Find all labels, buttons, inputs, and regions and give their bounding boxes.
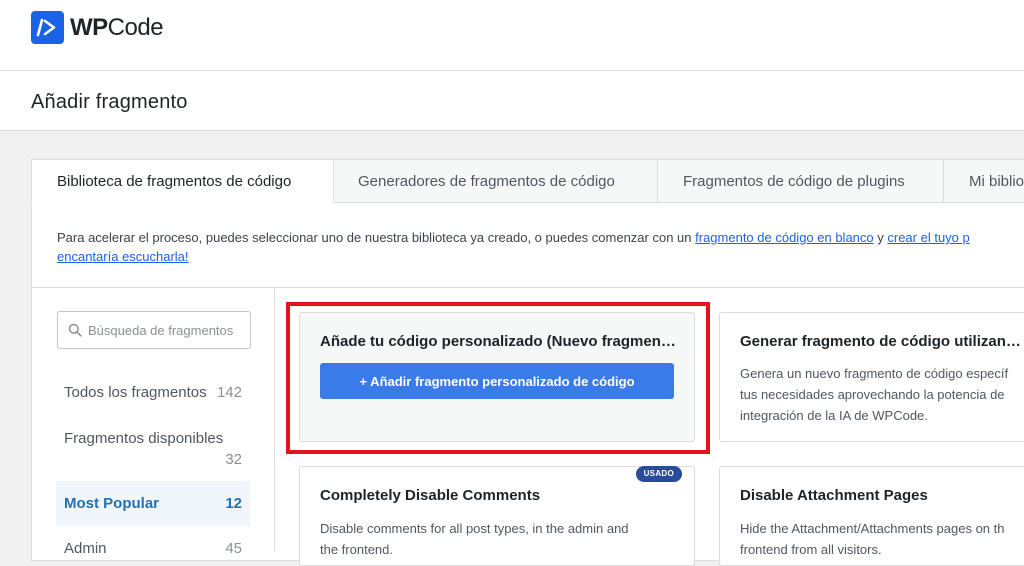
intro-text: Para acelerar el proceso, puedes selecci… [57, 228, 1024, 266]
category-label: Most Popular [64, 495, 160, 512]
card-description: tus necesidades aprovechando la potencia… [740, 387, 1005, 402]
category-available[interactable]: Fragmentos disponibles 32 [56, 428, 250, 472]
ai-generate-card[interactable]: Generar fragmento de código utilizando I… [719, 312, 1024, 442]
add-custom-snippet-button[interactable]: + Añadir fragmento personalizado de códi… [320, 363, 674, 399]
card-title: Disable Attachment Pages [740, 487, 928, 504]
tab-my-library[interactable]: Mi biblioteca [944, 159, 1024, 203]
card-description: the frontend. [320, 542, 393, 557]
card-title: Generar fragmento de código utilizando I… [740, 333, 1024, 350]
category-count: 45 [225, 540, 242, 557]
card-description: Hide the Attachment/Attachments pages on… [740, 521, 1005, 536]
custom-snippet-card: Añade tu código personalizado (Nuevo fra… [299, 312, 695, 442]
snippet-card-disable-comments[interactable]: USADO Completely Disable Comments Disabl… [299, 466, 695, 566]
create-your-own-link[interactable]: crear el tuyo p [887, 230, 969, 245]
category-all[interactable]: Todos los fragmentos 142 [56, 380, 250, 406]
category-count: 142 [216, 384, 242, 401]
blank-snippet-link[interactable]: fragmento de código en blanco [695, 230, 874, 245]
category-count: 32 [225, 451, 242, 468]
card-description: frontend from all visitors. [740, 542, 882, 557]
top-header: WPCode [0, 0, 1024, 71]
tab-generators[interactable]: Generadores de fragmentos de código [334, 159, 658, 203]
snippet-card-disable-attachment[interactable]: Disable Attachment Pages Hide the Attach… [719, 466, 1024, 566]
card-description: integración de la IA de WPCode. [740, 408, 928, 423]
category-label: Admin [64, 540, 107, 557]
search-icon [68, 323, 82, 337]
card-title: Completely Disable Comments [320, 487, 541, 504]
intro-text-part: Para acelerar el proceso, puedes selecci… [57, 230, 696, 245]
tab-plugin-snippets[interactable]: Fragmentos de código de plugins [658, 159, 944, 203]
suggestion-link[interactable]: encantaría escucharla! [57, 247, 1024, 266]
search-input[interactable] [88, 320, 246, 340]
card-title: Añade tu código personalizado (Nuevo fra… [320, 333, 680, 350]
page-title: Añadir fragmento [31, 91, 188, 113]
wpcode-slash-icon [31, 11, 64, 44]
intro-text-middle: y [873, 230, 888, 245]
card-description: Genera un nuevo fragmento de código espe… [740, 366, 1009, 381]
tab-library[interactable]: Biblioteca de fragmentos de código [31, 159, 334, 203]
tab-bar: Biblioteca de fragmentos de código Gener… [31, 159, 1024, 203]
category-label: Todos los fragmentos [64, 384, 207, 401]
snippet-search[interactable] [57, 311, 251, 349]
title-bar: Añadir fragmento [0, 71, 1024, 131]
category-count: 12 [225, 495, 242, 512]
category-admin[interactable]: Admin 45 [56, 536, 250, 562]
used-badge: USADO [635, 466, 682, 482]
category-label: Fragmentos disponibles [64, 430, 224, 447]
category-most-popular[interactable]: Most Popular 12 [56, 481, 250, 526]
card-description: Disable comments for all post types, in … [320, 521, 629, 536]
logo-wordmark: WPCode [70, 14, 164, 41]
